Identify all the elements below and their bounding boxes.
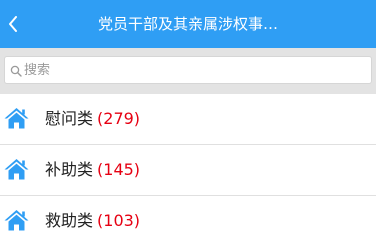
- list-item-relief[interactable]: 救助类 (103): [0, 196, 376, 240]
- home-icon: [4, 159, 29, 180]
- list-item-label: 补助类: [45, 160, 94, 179]
- list-item-text: 救助类 (103): [45, 196, 140, 240]
- chevron-left-icon: [9, 16, 17, 32]
- top-navigation-bar: 党员干部及其亲属涉权事…: [0, 0, 376, 48]
- home-icon: [4, 108, 29, 129]
- back-button[interactable]: [0, 0, 26, 48]
- search-box[interactable]: [4, 56, 372, 84]
- list-item-count: (145): [97, 160, 141, 179]
- page-title: 党员干部及其亲属涉权事…: [97, 15, 278, 33]
- search-bar-container: [0, 48, 376, 94]
- list-item-label: 救助类: [45, 211, 94, 230]
- list-item-label: 慰问类: [45, 109, 94, 128]
- list-item-subsidy[interactable]: 补助类 (145): [0, 145, 376, 196]
- list-item-condolence[interactable]: 慰问类 (279): [0, 94, 376, 145]
- list-item-text: 慰问类 (279): [45, 94, 140, 144]
- list-item-count: (279): [97, 109, 141, 128]
- home-icon: [4, 210, 29, 231]
- app-screen: 党员干部及其亲属涉权事… 慰问类(279): [0, 0, 376, 240]
- category-list: 慰问类 (279) 补助类 (145) 救助类 (103): [0, 94, 376, 240]
- search-icon: [10, 65, 22, 77]
- search-input[interactable]: [24, 59, 364, 81]
- list-item-text: 补助类 (145): [45, 145, 140, 195]
- list-item-count: (103): [97, 211, 141, 230]
